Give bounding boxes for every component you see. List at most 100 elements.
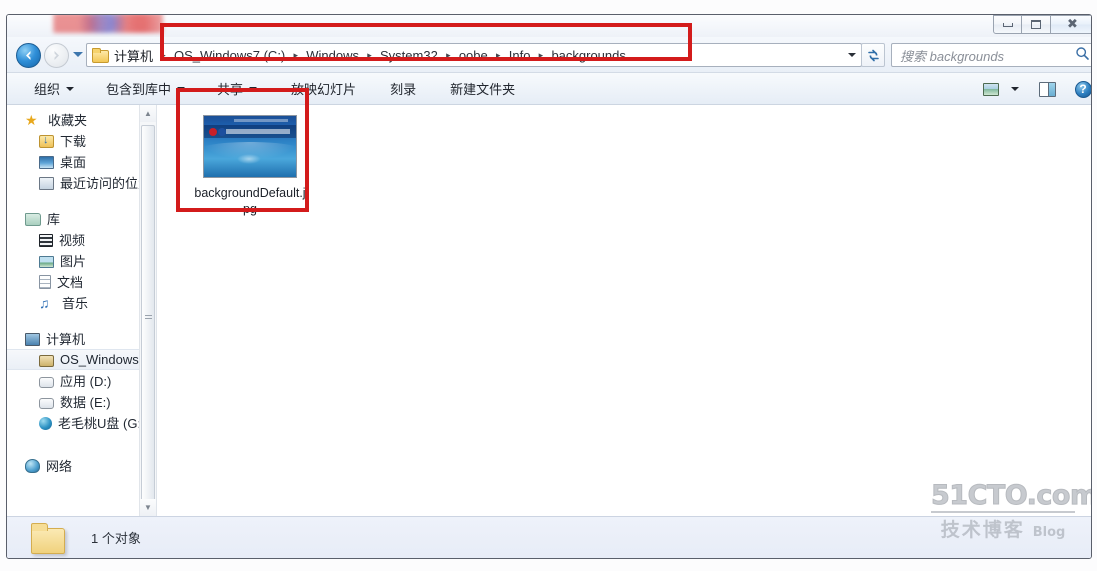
breadcrumb-item-info[interactable]: Info xyxy=(506,45,534,65)
downloads-icon xyxy=(39,134,54,148)
sidebar-item-documents[interactable]: 文档 xyxy=(7,271,156,292)
preview-pane-icon xyxy=(1038,81,1056,97)
sidebar-item-recent-places[interactable]: 最近访问的位置 xyxy=(7,172,156,193)
scroll-down-button[interactable]: ▼ xyxy=(140,499,156,516)
address-bar[interactable]: 计算机 ▸ OS_Windows7 (C:) ▸ Windows ▸ Syste… xyxy=(86,43,862,67)
breadcrumb-separator-icon[interactable]: ▸ xyxy=(362,50,377,61)
breadcrumb-item-windows[interactable]: Windows xyxy=(303,45,362,65)
scroll-up-button[interactable]: ▲ xyxy=(140,105,156,122)
sidebar-item-downloads[interactable]: 下载 xyxy=(7,130,156,151)
search-box[interactable]: 搜索 backgrounds xyxy=(891,43,1091,67)
thumbnail-logo-red xyxy=(209,128,217,136)
chevron-down-icon xyxy=(1011,87,1019,91)
sidebar-item-pictures[interactable]: 图片 xyxy=(7,250,156,271)
search-icon xyxy=(1075,46,1091,64)
minimize-button[interactable] xyxy=(993,15,1022,34)
toolbar-right-group: ? xyxy=(978,77,1091,101)
folder-icon xyxy=(92,48,109,63)
hard-drive-icon xyxy=(39,397,54,409)
breadcrumb-separator-icon[interactable]: ▸ xyxy=(441,50,456,61)
sidebar-item-pictures-label: 图片 xyxy=(60,254,87,269)
help-button[interactable]: ? xyxy=(1070,77,1091,101)
sidebar-item-os-windows7[interactable]: OS_Windows7 ( xyxy=(7,349,156,370)
explorer-window: ✖ 计算机 ▸ OS_Windows7 (C:) ▸ Windows ▸ Sys… xyxy=(6,14,1092,559)
sidebar-item-drive-g[interactable]: 老毛桃U盘 (G:) xyxy=(7,412,156,433)
minimize-icon xyxy=(1002,22,1013,27)
sidebar-item-drive-e[interactable]: 数据 (E:) xyxy=(7,391,156,412)
breadcrumb-separator-icon[interactable]: ▸ xyxy=(491,50,506,61)
sidebar-group-network[interactable]: 网络 xyxy=(7,455,156,476)
view-options-button[interactable] xyxy=(978,77,1004,101)
toolbar-new-folder-button[interactable]: 新建文件夹 xyxy=(439,77,526,101)
search-input[interactable]: 搜索 backgrounds xyxy=(900,46,1075,65)
screenshot-root: ✖ 计算机 ▸ OS_Windows7 (C:) ▸ Windows ▸ Sys… xyxy=(0,0,1097,571)
toolbar-organize-button[interactable]: 组织 xyxy=(23,77,85,101)
command-toolbar: 组织 包含到库中 共享 放映幻灯片 刻录 新建文件夹 ? xyxy=(7,73,1091,105)
breadcrumb-item-system32[interactable]: System32 xyxy=(377,45,441,65)
folder-icon xyxy=(29,522,69,554)
sidebar-item-desktop[interactable]: 桌面 xyxy=(7,151,156,172)
breadcrumb-item-oobe[interactable]: oobe xyxy=(456,45,491,65)
network-icon xyxy=(25,459,40,473)
view-options-dropdown[interactable] xyxy=(1006,77,1024,101)
toolbar-slideshow-button[interactable]: 放映幻灯片 xyxy=(280,77,367,101)
breadcrumb-item-computer[interactable]: 计算机 xyxy=(111,45,156,65)
sidebar-group-libraries-label: 库 xyxy=(47,212,61,227)
forward-button[interactable] xyxy=(44,43,69,68)
scrollbar-thumb[interactable] xyxy=(141,125,155,510)
explorer-body: ★ 收藏夹 下载 桌面 最近访问的位置 xyxy=(7,105,1091,516)
desktop-icon xyxy=(39,156,54,169)
documents-icon xyxy=(39,275,51,289)
breadcrumb-separator-icon[interactable]: ▸ xyxy=(533,50,548,61)
forward-arrow-icon xyxy=(54,51,59,60)
recent-locations-dropdown[interactable] xyxy=(73,52,83,57)
watermark-subtitle: 技术博客 Blog xyxy=(931,515,1075,542)
sidebar-group-computer[interactable]: 计算机 xyxy=(7,328,156,349)
address-history-dropdown[interactable] xyxy=(842,43,861,67)
sidebar-group-network-label: 网络 xyxy=(46,459,73,474)
toolbar-new-folder-label: 新建文件夹 xyxy=(450,82,516,97)
maximize-button[interactable] xyxy=(1022,15,1051,34)
navigation-pane-scrollbar[interactable]: ▲ ▼ xyxy=(139,105,156,516)
sidebar-item-desktop-label: 桌面 xyxy=(60,155,87,170)
sidebar-item-videos[interactable]: 视频 xyxy=(7,229,156,250)
thumbnail-logo-blue xyxy=(218,128,226,136)
toolbar-share-button[interactable]: 共享 xyxy=(206,77,268,101)
navigation-pane: ★ 收藏夹 下载 桌面 最近访问的位置 xyxy=(7,105,157,516)
breadcrumb-item-backgrounds[interactable]: backgrounds xyxy=(548,45,628,65)
toolbar-burn-button[interactable]: 刻录 xyxy=(379,77,427,101)
breadcrumb-separator-icon[interactable]: ▸ xyxy=(156,50,171,61)
sidebar-group-favorites[interactable]: ★ 收藏夹 xyxy=(7,109,156,130)
toolbar-include-in-library-button[interactable]: 包含到库中 xyxy=(95,77,196,101)
chevron-down-icon xyxy=(177,86,186,91)
pictures-icon xyxy=(39,256,54,268)
sidebar-item-drive-d-label: 应用 (D:) xyxy=(60,374,112,389)
maximize-icon xyxy=(1031,20,1041,29)
thumbnail-topline xyxy=(234,119,288,122)
refresh-button[interactable] xyxy=(861,43,885,67)
sidebar-item-drive-d[interactable]: 应用 (D:) xyxy=(7,370,156,391)
sidebar-group-libraries[interactable]: 库 xyxy=(7,208,156,229)
title-bar: ✖ xyxy=(7,15,1091,37)
breadcrumb-item-os-windows7[interactable]: OS_Windows7 (C:) xyxy=(171,45,288,65)
recent-places-icon xyxy=(39,177,54,190)
file-name-label: backgroundDefault.jpg xyxy=(194,186,306,216)
sidebar-group-favorites-label: 收藏夹 xyxy=(48,113,88,128)
back-button[interactable] xyxy=(16,43,41,68)
sidebar-item-drive-e-label: 数据 (E:) xyxy=(60,395,111,410)
star-icon: ★ xyxy=(25,111,38,128)
usb-drive-icon xyxy=(39,417,52,430)
preview-pane-button[interactable] xyxy=(1034,77,1060,101)
breadcrumb-separator-icon[interactable]: ▸ xyxy=(288,50,303,61)
file-thumbnail xyxy=(203,115,297,178)
toolbar-burn-label: 刻录 xyxy=(390,82,417,97)
chevron-down-icon xyxy=(249,86,258,91)
watermark-blog-label: Blog xyxy=(1032,525,1066,540)
sidebar-item-music[interactable]: ♫ 音乐 xyxy=(7,292,156,313)
watermark-site: 51CTO.com xyxy=(931,480,1092,511)
blurred-logo xyxy=(53,15,163,33)
file-list-pane[interactable]: backgroundDefault.jpg xyxy=(158,105,1091,516)
file-item[interactable]: backgroundDefault.jpg xyxy=(191,115,309,217)
close-button[interactable]: ✖ xyxy=(1051,15,1091,34)
